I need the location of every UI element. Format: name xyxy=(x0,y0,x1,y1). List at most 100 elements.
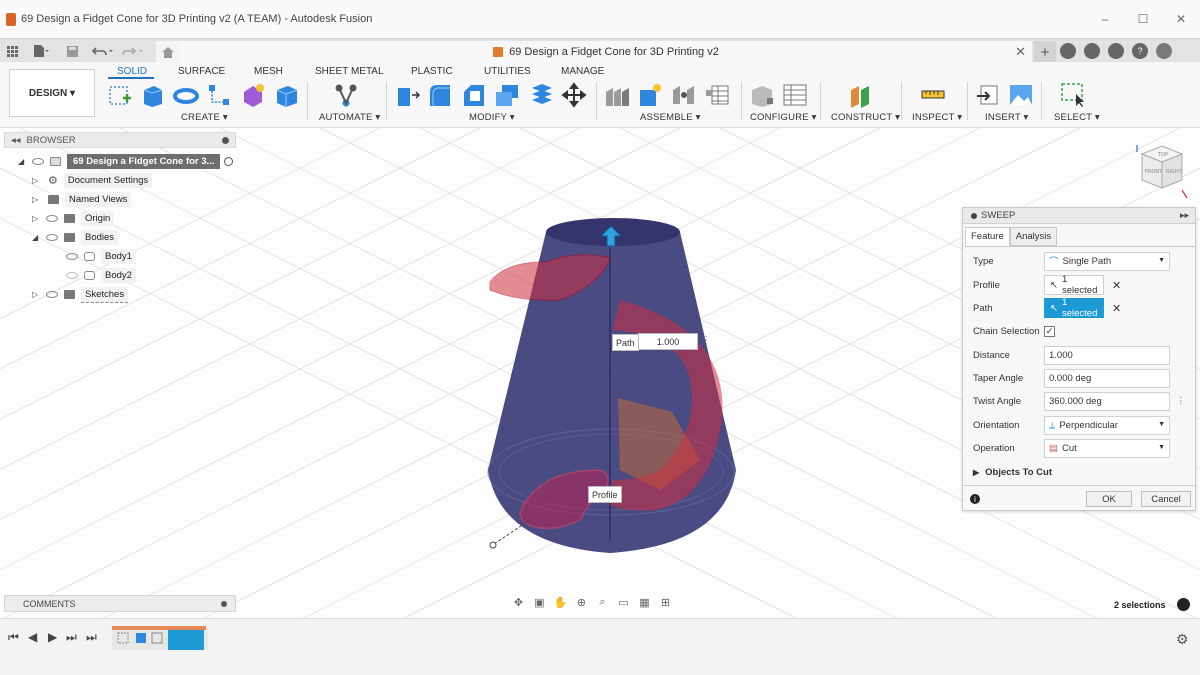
new-tab-button[interactable]: + xyxy=(1034,41,1056,63)
maximize-button[interactable]: ☐ xyxy=(1124,12,1162,26)
undo-icon[interactable] xyxy=(90,41,116,61)
document-tab[interactable]: 69 Design a Fidget Cone for 3D Printing … xyxy=(180,41,1032,63)
insert-canvas-icon[interactable] xyxy=(1008,82,1034,108)
path-selector[interactable]: ↖ 1 selected xyxy=(1044,297,1104,319)
form-icon[interactable] xyxy=(240,82,266,108)
collapse-icon[interactable]: ◢ xyxy=(18,157,26,166)
timeline-features[interactable] xyxy=(116,631,166,647)
save-icon[interactable] xyxy=(64,41,80,61)
last-step-icon[interactable]: ⏭ xyxy=(86,630,97,645)
visibility-eye-icon[interactable] xyxy=(46,234,58,241)
tab-solid[interactable]: SOLID xyxy=(117,66,147,77)
display-settings-icon[interactable]: ▭ xyxy=(615,596,632,610)
tab-analysis[interactable]: Analysis xyxy=(1009,227,1058,246)
visibility-eye-icon[interactable] xyxy=(46,291,58,298)
notifications-icon[interactable] xyxy=(1108,43,1124,59)
comments-add-icon[interactable] xyxy=(221,601,227,607)
distance-input[interactable]: 1.000 xyxy=(638,333,698,350)
profile-selector[interactable]: ↖ 1 selected xyxy=(1044,274,1104,296)
workspace-switcher[interactable]: DESIGN ▾ xyxy=(9,69,95,117)
sweep-dialog-header[interactable]: SWEEP ▸▸ xyxy=(963,208,1195,224)
close-window-button[interactable]: ✕ xyxy=(1162,12,1200,26)
app-grid-icon[interactable] xyxy=(4,41,20,61)
twist-angle-field[interactable]: 360.000 deg xyxy=(1044,391,1170,411)
minimize-button[interactable]: – xyxy=(1086,12,1124,26)
press-pull-icon[interactable] xyxy=(394,82,420,108)
collapse-icon[interactable]: ◢ xyxy=(32,233,40,242)
tab-mesh[interactable]: MESH xyxy=(254,66,283,77)
tab-plastic[interactable]: PLASTIC xyxy=(411,66,453,77)
comments-panel[interactable]: COMMENTS xyxy=(4,595,236,612)
modify-menu[interactable]: MODIFY ▾ xyxy=(469,112,515,123)
redo-icon[interactable] xyxy=(120,41,146,61)
expand-dialog-icon[interactable]: ▸▸ xyxy=(1180,210,1189,221)
tab-utilities[interactable]: UTILITIES xyxy=(484,66,531,77)
visibility-eye-icon[interactable] xyxy=(32,158,44,165)
shell-icon[interactable] xyxy=(494,82,520,108)
select-menu[interactable]: SELECT ▾ xyxy=(1054,112,1100,123)
timeline-settings-gear-icon[interactable]: ⚙ xyxy=(1176,631,1189,648)
visibility-eye-icon[interactable] xyxy=(46,215,58,222)
tree-item-origin[interactable]: ▷ Origin xyxy=(32,210,115,227)
tab-feature[interactable]: Feature xyxy=(965,227,1010,246)
viewcube[interactable]: TOP FRONT RIGHT xyxy=(1132,140,1188,203)
more-options-icon[interactable]: ⋮ xyxy=(701,335,711,346)
browser-header[interactable]: ◂◂ BROWSER xyxy=(4,132,236,148)
measure-icon[interactable] xyxy=(920,82,946,108)
expand-icon[interactable]: ▷ xyxy=(32,176,40,185)
split-body-icon[interactable] xyxy=(528,82,554,108)
construct-menu[interactable]: CONSTRUCT ▾ xyxy=(831,112,900,123)
more-options-icon[interactable]: ⋮ xyxy=(1176,396,1186,407)
tab-manage[interactable]: MANAGE xyxy=(561,66,604,77)
move-icon[interactable] xyxy=(561,82,587,108)
ok-button[interactable]: OK xyxy=(1086,491,1132,507)
assemble-menu[interactable]: ASSEMBLE ▾ xyxy=(640,112,701,123)
help-icon[interactable]: ? xyxy=(1132,43,1148,59)
offset-plane-icon[interactable] xyxy=(847,82,873,108)
look-at-icon[interactable]: ▣ xyxy=(531,596,548,610)
tree-item-body2[interactable]: Body2 xyxy=(60,267,136,284)
clear-path-icon[interactable]: ✕ xyxy=(1112,302,1121,315)
grid-settings-icon[interactable]: ▦ xyxy=(636,596,653,610)
type-dropdown[interactable]: ⌒ Single Path ▼ xyxy=(1044,251,1170,271)
info-icon[interactable]: i xyxy=(970,494,980,504)
fit-icon[interactable]: ⌕ xyxy=(594,596,611,610)
expand-icon[interactable]: ▷ xyxy=(32,214,40,223)
configure-table-icon[interactable] xyxy=(782,82,808,108)
activate-radio-icon[interactable] xyxy=(224,157,234,166)
tree-item-sketches[interactable]: ▷ Sketches xyxy=(32,286,129,303)
extensions-icon[interactable] xyxy=(1060,43,1076,59)
tree-item-document-settings[interactable]: ▷ ⚙ Document Settings xyxy=(32,172,153,189)
create-sketch-icon[interactable] xyxy=(107,82,133,108)
timeline-active-feature[interactable] xyxy=(168,630,204,650)
sweep-icon[interactable] xyxy=(206,82,232,108)
first-step-icon[interactable]: ⏮ xyxy=(8,630,19,645)
expand-icon[interactable]: ▶ xyxy=(973,468,979,477)
orbit-icon[interactable]: ✥ xyxy=(510,596,527,610)
insert-derive-icon[interactable] xyxy=(975,82,1001,108)
new-component-icon[interactable] xyxy=(604,82,630,108)
expand-icon[interactable]: ▷ xyxy=(32,290,40,299)
selection-filter-icon[interactable] xyxy=(1177,598,1190,611)
taper-angle-field[interactable]: 0.000 deg xyxy=(1044,368,1170,388)
revolve-icon[interactable] xyxy=(173,82,199,108)
play-icon[interactable]: ▶ xyxy=(48,630,57,644)
fillet-icon[interactable] xyxy=(427,82,453,108)
home-icon[interactable] xyxy=(156,41,180,63)
tab-surface[interactable]: SURFACE xyxy=(178,66,225,77)
insert-component-icon[interactable] xyxy=(637,82,663,108)
browser-pin-icon[interactable] xyxy=(222,137,229,144)
box-icon[interactable] xyxy=(274,82,300,108)
create-menu[interactable]: CREATE ▾ xyxy=(181,112,228,123)
next-step-icon[interactable]: ⏭ xyxy=(66,630,77,645)
visibility-eye-icon[interactable] xyxy=(66,253,78,260)
automate-icon[interactable] xyxy=(333,82,359,108)
operation-dropdown[interactable]: ▤ Cut ▼ xyxy=(1044,438,1170,458)
tree-root[interactable]: ◢ 69 Design a Fidget Cone for 3... xyxy=(18,153,234,170)
bom-table-icon[interactable] xyxy=(704,82,730,108)
clear-profile-icon[interactable]: ✕ xyxy=(1112,279,1121,292)
job-status-icon[interactable] xyxy=(1084,43,1100,59)
chain-selection-checkbox[interactable]: ✓ xyxy=(1044,325,1055,337)
zoom-icon[interactable]: ⊕ xyxy=(573,596,590,610)
extrude-icon[interactable] xyxy=(140,82,166,108)
